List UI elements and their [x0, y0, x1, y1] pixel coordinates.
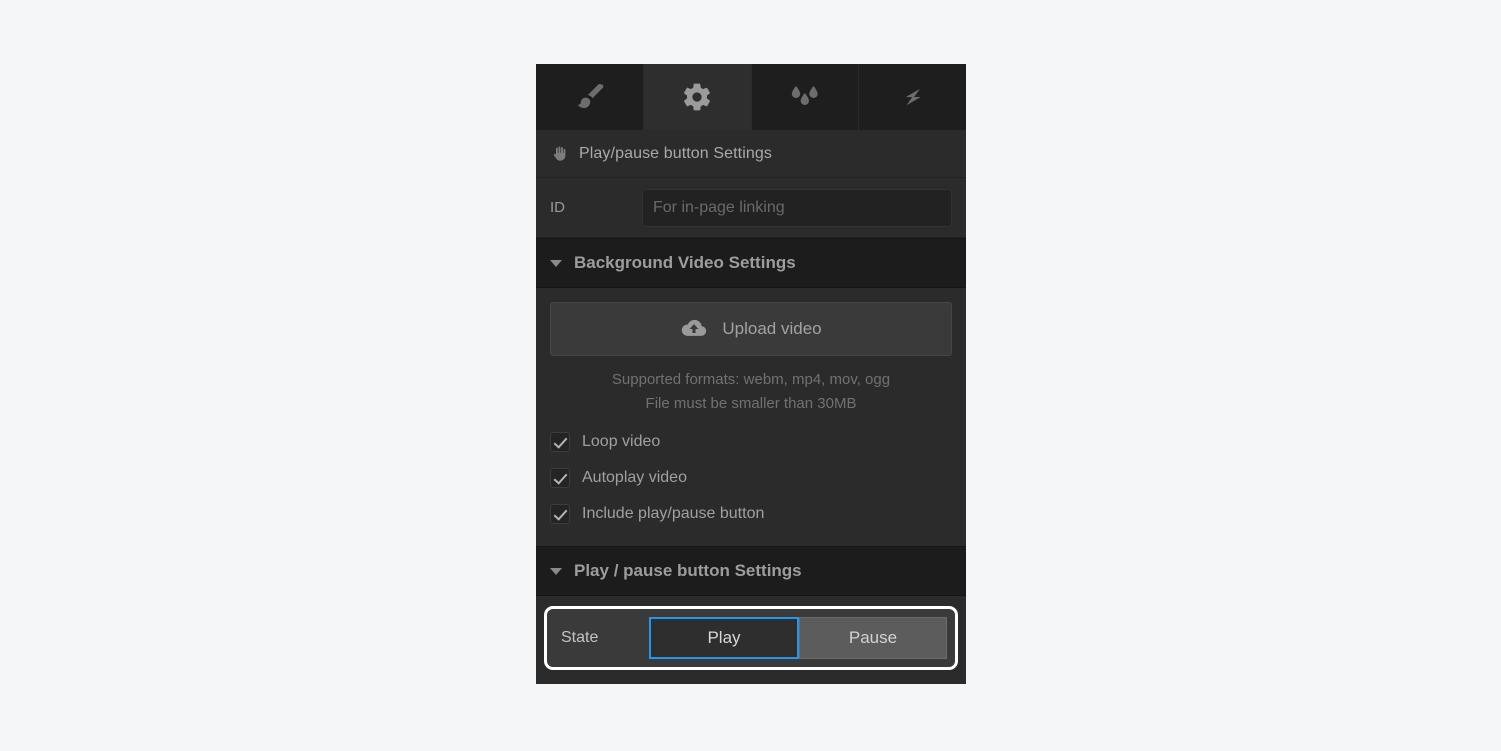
lightning-icon — [898, 81, 928, 113]
checkbox-loop-video[interactable] — [550, 432, 570, 452]
id-input[interactable] — [642, 188, 952, 227]
section-title-background-video: Background Video Settings — [574, 253, 796, 272]
checkbox-label-include-playpause: Include play/pause button — [582, 505, 765, 522]
checkbox-row-include-playpause[interactable]: Include play/pause button — [550, 496, 952, 532]
screen-canvas: Play/pause button Settings ID Background… — [0, 0, 1501, 751]
gear-icon — [681, 81, 713, 113]
selected-element-title: Play/pause button Settings — [579, 144, 772, 162]
checkbox-include-playpause[interactable] — [550, 504, 570, 524]
droplets-icon — [788, 82, 822, 112]
upload-hint-line-2: File must be smaller than 30MB — [645, 395, 857, 412]
checkbox-label-loop-video: Loop video — [582, 433, 661, 450]
section-header-playpause-button[interactable]: Play / pause button Settings — [536, 546, 966, 596]
tab-settings[interactable] — [643, 64, 752, 130]
section-header-background-video[interactable]: Background Video Settings — [536, 238, 966, 288]
chevron-down-icon — [550, 259, 562, 267]
state-segmented-control: Play Pause — [649, 617, 947, 659]
panel-filler — [536, 682, 966, 684]
state-option-pause-label: Pause — [848, 628, 898, 647]
state-option-pause[interactable]: Pause — [799, 617, 947, 659]
settings-panel: Play/pause button Settings ID Background… — [536, 64, 966, 684]
tab-interactions[interactable] — [859, 64, 966, 130]
checkbox-label-autoplay-video: Autoplay video — [582, 469, 687, 486]
panel-tabbar — [536, 64, 966, 130]
id-field-row: ID — [536, 178, 966, 238]
tab-effects[interactable] — [751, 64, 860, 130]
id-field-label: ID — [550, 199, 565, 216]
state-row-highlight: State Play Pause — [544, 606, 958, 670]
upload-video-label: Upload video — [722, 319, 822, 338]
upload-hint-line-1: Supported formats: webm, mp4, mov, ogg — [611, 371, 891, 388]
upload-video-button[interactable]: Upload video — [550, 302, 952, 356]
hand-icon — [550, 144, 569, 163]
tab-style[interactable] — [536, 64, 644, 130]
state-label: State — [561, 629, 599, 646]
chevron-down-icon — [550, 567, 562, 575]
state-option-play-label: Play — [707, 628, 741, 647]
state-row-wrapper: State Play Pause — [536, 596, 966, 682]
cloud-upload-icon — [680, 318, 708, 340]
checkbox-row-loop-video[interactable]: Loop video — [550, 424, 952, 460]
state-option-play[interactable]: Play — [649, 617, 799, 659]
section-body-background-video: Upload video Supported formats: webm, mp… — [536, 288, 966, 546]
paintbrush-icon — [572, 80, 606, 114]
upload-hint: Supported formats: webm, mp4, mov, ogg F… — [550, 368, 952, 416]
checkbox-autoplay-video[interactable] — [550, 468, 570, 488]
selected-element-title-row: Play/pause button Settings — [536, 130, 966, 178]
section-title-playpause-button: Play / pause button Settings — [574, 561, 802, 580]
checkbox-row-autoplay-video[interactable]: Autoplay video — [550, 460, 952, 496]
